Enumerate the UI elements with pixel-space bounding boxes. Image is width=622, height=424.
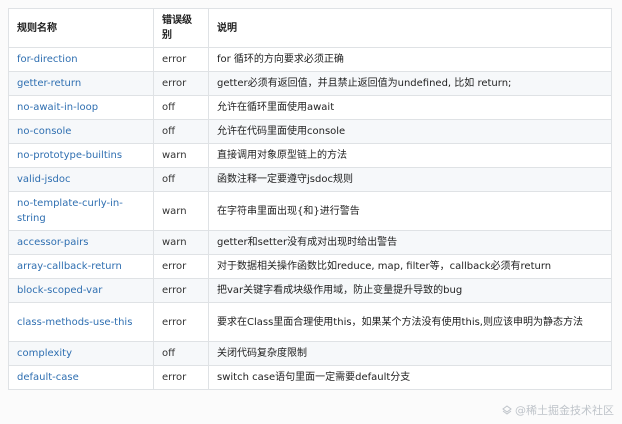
rule-description-cell: 直接调用对象原型链上的方法 — [208, 143, 612, 168]
table-row: no-prototype-builtins warn 直接调用对象原型链上的方法 — [8, 143, 612, 168]
rule-level-cell: error — [153, 254, 209, 279]
rule-link[interactable]: complexity — [17, 348, 72, 359]
table-header-row: 规则名称 错误级别 说明 — [8, 8, 612, 48]
table-row: default-case error switch case语句里面一定需要de… — [8, 365, 612, 390]
rule-description-cell: 对于数据相关操作函数比如reduce, map, filter等，callbac… — [208, 254, 612, 279]
table-row: getter-return error getter必须有返回值，并且禁止返回值… — [8, 71, 612, 96]
watermark-text: @稀土掘金技术社区 — [515, 404, 614, 417]
rule-link[interactable]: class-methods-use-this — [17, 317, 132, 328]
table-row: complexity off 关闭代码复杂度限制 — [8, 341, 612, 366]
rule-name-cell: complexity — [8, 341, 154, 366]
rule-level-cell: warn — [153, 191, 209, 231]
table-row: accessor-pairs warn getter和setter没有成对出现时… — [8, 230, 612, 255]
rule-link[interactable]: valid-jsdoc — [17, 174, 71, 185]
rule-link[interactable]: array-callback-return — [17, 261, 122, 272]
table-row: no-await-in-loop off 允许在循环里面使用await — [8, 95, 612, 120]
rule-name-cell: no-prototype-builtins — [8, 143, 154, 168]
rule-link[interactable]: no-console — [17, 126, 71, 137]
rule-level-cell: error — [153, 71, 209, 96]
rule-level-cell: warn — [153, 230, 209, 255]
rule-description-cell: 允许在代码里面使用console — [208, 119, 612, 144]
rule-description-cell: 函数注释一定要遵守jsdoc规则 — [208, 167, 612, 192]
watermark: @稀土掘金技术社区 — [502, 402, 614, 418]
eslint-rules-table: 规则名称 错误级别 说明 for-direction error for 循环的… — [8, 8, 612, 390]
rule-level-cell: off — [153, 167, 209, 192]
header-error-level: 错误级别 — [153, 8, 209, 48]
table-row: block-scoped-var error 把var关键字看成块级作用域，防止… — [8, 278, 612, 303]
rule-link[interactable]: no-await-in-loop — [17, 102, 98, 113]
screenshot-frame: 规则名称 错误级别 说明 for-direction error for 循环的… — [0, 0, 622, 424]
rule-name-cell: array-callback-return — [8, 254, 154, 279]
rule-description-cell: for 循环的方向要求必须正确 — [208, 47, 612, 72]
rule-link[interactable]: for-direction — [17, 54, 78, 65]
table-row: no-console off 允许在代码里面使用console — [8, 119, 612, 144]
rule-name-cell: block-scoped-var — [8, 278, 154, 303]
rule-link[interactable]: no-template-curly-in-string — [17, 198, 123, 224]
rule-name-cell: getter-return — [8, 71, 154, 96]
rule-description-cell: 把var关键字看成块级作用域，防止变量提升导致的bug — [208, 278, 612, 303]
rule-name-cell: no-await-in-loop — [8, 95, 154, 120]
rule-description-cell: 要求在Class里面合理使用this，如果某个方法没有使用this,则应该申明为… — [208, 302, 612, 342]
rule-level-cell: error — [153, 278, 209, 303]
rule-level-cell: off — [153, 119, 209, 144]
rule-link[interactable]: accessor-pairs — [17, 237, 88, 248]
table-row: no-template-curly-in-string warn 在字符串里面出… — [8, 191, 612, 231]
header-description: 说明 — [208, 8, 612, 48]
rule-level-cell: warn — [153, 143, 209, 168]
rule-description-cell: getter和setter没有成对出现时给出警告 — [208, 230, 612, 255]
rule-name-cell: no-console — [8, 119, 154, 144]
table-body: for-direction error for 循环的方向要求必须正确 gett… — [8, 47, 612, 390]
table-row: for-direction error for 循环的方向要求必须正确 — [8, 47, 612, 72]
rule-link[interactable]: default-case — [17, 372, 79, 383]
rule-description-cell: switch case语句里面一定需要default分支 — [208, 365, 612, 390]
rule-name-cell: valid-jsdoc — [8, 167, 154, 192]
rule-name-cell: no-template-curly-in-string — [8, 191, 154, 231]
table-row: array-callback-return error 对于数据相关操作函数比如… — [8, 254, 612, 279]
rule-name-cell: default-case — [8, 365, 154, 390]
rule-level-cell: off — [153, 95, 209, 120]
header-rule-name: 规则名称 — [8, 8, 154, 48]
rule-name-cell: class-methods-use-this — [8, 302, 154, 342]
rule-level-cell: off — [153, 341, 209, 366]
rule-description-cell: 允许在循环里面使用await — [208, 95, 612, 120]
rule-level-cell: error — [153, 47, 209, 72]
rule-link[interactable]: no-prototype-builtins — [17, 150, 122, 161]
rule-name-cell: for-direction — [8, 47, 154, 72]
rule-description-cell: 关闭代码复杂度限制 — [208, 341, 612, 366]
juejin-logo-icon — [502, 405, 512, 415]
rule-name-cell: accessor-pairs — [8, 230, 154, 255]
rule-level-cell: error — [153, 302, 209, 342]
rule-level-cell: error — [153, 365, 209, 390]
rule-description-cell: getter必须有返回值，并且禁止返回值为undefined, 比如 retur… — [208, 71, 612, 96]
rule-link[interactable]: getter-return — [17, 78, 81, 89]
table-row: class-methods-use-this error 要求在Class里面合… — [8, 302, 612, 342]
rule-description-cell: 在字符串里面出现{和}进行警告 — [208, 191, 612, 231]
table-row: valid-jsdoc off 函数注释一定要遵守jsdoc规则 — [8, 167, 612, 192]
rule-link[interactable]: block-scoped-var — [17, 285, 102, 296]
